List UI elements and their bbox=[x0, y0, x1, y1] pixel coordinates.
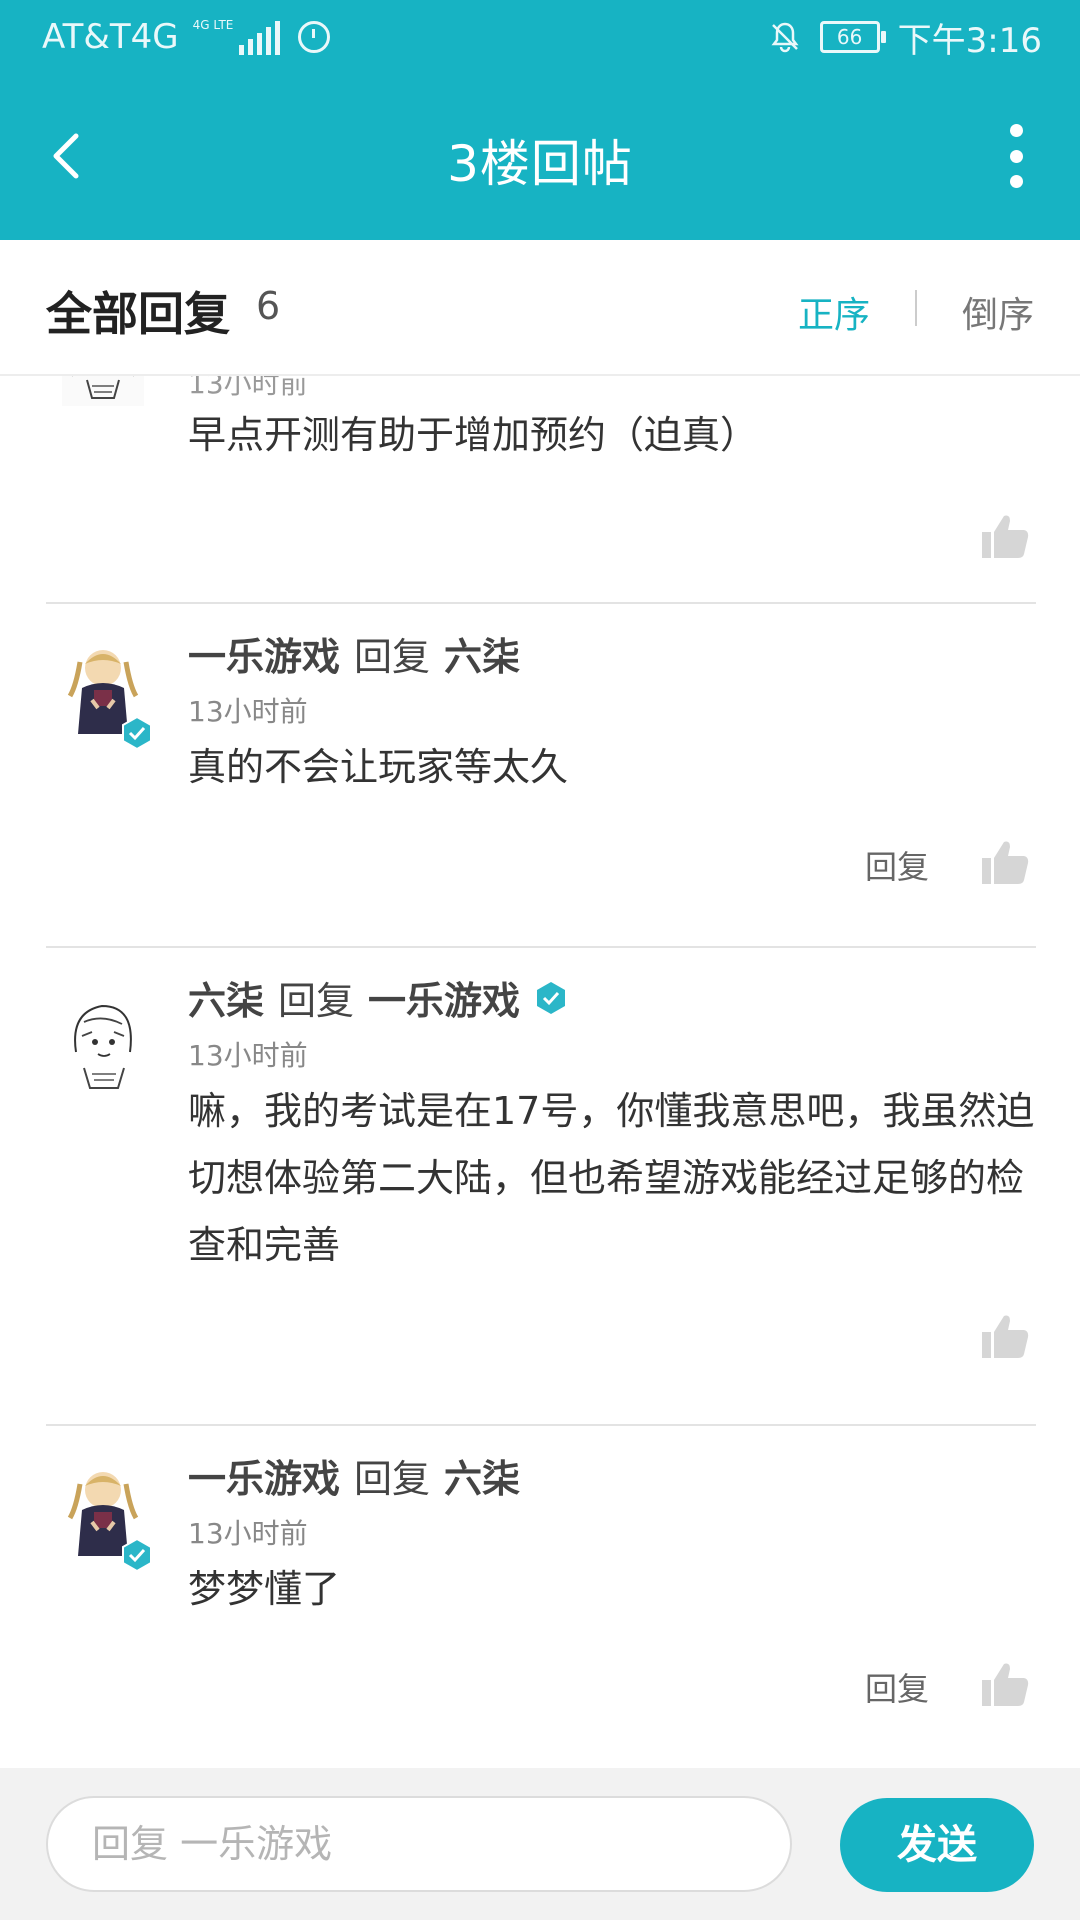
thumbs-up-icon[interactable] bbox=[980, 1312, 1030, 1362]
bell-muted-icon bbox=[771, 22, 799, 53]
reply-composer: 回复 一乐游戏 发送 bbox=[0, 1768, 1080, 1920]
list-item: 一乐游戏 回复 六柒 13小时前 梦梦懂了 回复 bbox=[0, 1426, 1080, 1766]
comment-time: 13小时前 bbox=[188, 1517, 308, 1550]
author-name[interactable]: 一乐游戏 bbox=[188, 626, 340, 681]
status-bar: AT&T4G 4G LTE 66 下午3:16 bbox=[0, 0, 1080, 76]
list-item: 六柒 回复 一乐游戏 13小时前 嘛，我的考试是在17号，你懂我意思吧，我虽然迫… bbox=[0, 948, 1080, 1426]
reply-word: 回复 bbox=[278, 979, 355, 1023]
sort-divider bbox=[915, 290, 917, 326]
reply-target-name[interactable]: 六柒 bbox=[444, 626, 520, 681]
author-name[interactable]: 六柒 bbox=[188, 970, 264, 1025]
more-dot-icon bbox=[1009, 149, 1023, 163]
sort-descending-tab[interactable]: 倒序 bbox=[962, 286, 1034, 338]
more-options-button[interactable] bbox=[986, 124, 1046, 188]
reply-button[interactable]: 回复 bbox=[865, 1664, 929, 1710]
verified-badge-icon bbox=[122, 1538, 152, 1572]
comment-time: 13小时前 bbox=[188, 695, 308, 728]
reply-button[interactable]: 回复 bbox=[865, 842, 929, 888]
comment-author-line: 一乐游戏 回复 六柒 bbox=[188, 1448, 520, 1503]
top-header: AT&T4G 4G LTE 66 下午3:16 3楼回帖 bbox=[0, 0, 1080, 240]
timer-icon bbox=[298, 21, 331, 53]
sort-ascending-tab[interactable]: 正序 bbox=[798, 286, 870, 338]
reply-target-name[interactable]: 一乐游戏 bbox=[368, 970, 520, 1025]
title-bar: 3楼回帖 bbox=[0, 96, 1080, 216]
carrier-label: AT&T4G bbox=[42, 17, 179, 57]
comment-time: 13小时前 bbox=[188, 1039, 308, 1072]
thumbs-up-icon[interactable] bbox=[980, 838, 1030, 888]
reply-input[interactable]: 回复 一乐游戏 bbox=[46, 1796, 792, 1892]
signal-icon: 4G LTE bbox=[193, 19, 281, 55]
comment-body: 梦梦懂了 bbox=[188, 1567, 341, 1611]
verified-badge-icon bbox=[537, 981, 566, 1014]
comment-body: 早点开测有助于增加预约（迫真） bbox=[188, 413, 759, 457]
thumbs-up-icon[interactable] bbox=[980, 1660, 1030, 1710]
reply-target-name[interactable]: 六柒 bbox=[444, 1448, 520, 1503]
avatar[interactable] bbox=[62, 992, 144, 1092]
comment-author-line: 六柒 回复 一乐游戏 bbox=[188, 970, 568, 1025]
reply-word: 回复 bbox=[354, 1457, 431, 1501]
status-left: AT&T4G 4G LTE bbox=[42, 14, 331, 60]
author-name[interactable]: 一乐游戏 bbox=[188, 1448, 340, 1503]
replies-count: 6 bbox=[256, 284, 281, 328]
battery-icon: 66 bbox=[819, 21, 886, 53]
verified-badge-icon bbox=[122, 716, 152, 750]
comment-time: 13小时前 bbox=[188, 376, 308, 400]
list-item: 一乐游戏 回复 六柒 13小时前 真的不会让玩家等太久 回复 bbox=[0, 604, 1080, 948]
battery-level: 66 bbox=[836, 25, 863, 49]
status-right: 66 下午3:16 bbox=[768, 14, 1042, 61]
thumbs-up-icon[interactable] bbox=[980, 512, 1030, 562]
avatar[interactable] bbox=[62, 376, 144, 406]
reply-word: 回复 bbox=[354, 635, 431, 679]
comment-list: 13小时前 早点开测有助于增加预约（迫真） 一乐游戏 回复 六柒 13小时前 真… bbox=[0, 376, 1080, 1766]
more-dot-icon bbox=[1009, 124, 1023, 137]
list-item: 13小时前 早点开测有助于增加预约（迫真） bbox=[0, 376, 1080, 604]
page-title: 3楼回帖 bbox=[447, 135, 633, 193]
replies-title: 全部回复 bbox=[46, 287, 230, 341]
comment-body: 真的不会让玩家等太久 bbox=[188, 745, 569, 789]
network-tag: 4G LTE bbox=[192, 18, 234, 32]
replies-header: 全部回复 6 正序 倒序 bbox=[0, 240, 1080, 376]
comment-body: 嘛，我的考试是在17号，你懂我意思吧，我虽然迫切想体验第二大陆，但也希望游戏能经… bbox=[188, 1089, 1035, 1267]
send-button[interactable]: 发送 bbox=[840, 1798, 1034, 1892]
more-dot-icon bbox=[1009, 175, 1023, 188]
clock: 下午3:16 bbox=[897, 20, 1042, 61]
comment-author-line: 一乐游戏 回复 六柒 bbox=[188, 626, 520, 681]
